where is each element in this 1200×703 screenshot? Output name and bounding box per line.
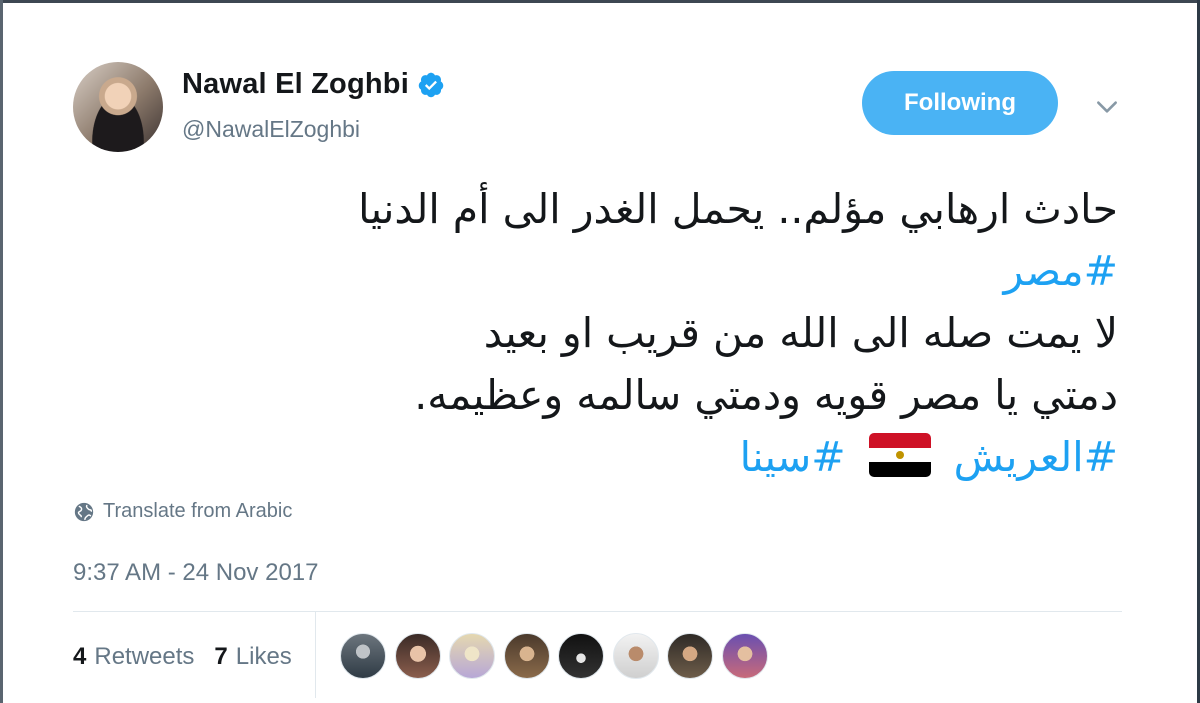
- tweet-text-line: دمتي يا مصر قويه ودمتي سالمه وعظيمه.: [414, 371, 1118, 419]
- hashtag-link[interactable]: #العريش: [954, 433, 1118, 481]
- liker-avatar[interactable]: [503, 633, 550, 679]
- liker-avatar[interactable]: [394, 633, 441, 679]
- likers-avatars: [340, 633, 776, 679]
- hashtag-link[interactable]: #مصر: [1004, 247, 1119, 295]
- liker-avatar[interactable]: [449, 633, 495, 679]
- author-handle[interactable]: @NawalElZoghbi: [182, 116, 360, 143]
- translate-label: Translate from Arabic: [103, 500, 293, 522]
- liker-avatar[interactable]: [612, 633, 659, 679]
- stats-vertical-divider: [315, 612, 316, 698]
- stats-divider: [73, 611, 1122, 612]
- likes-label: Likes: [235, 643, 292, 670]
- tweet-stats: 4 Retweets 7 Likes: [73, 643, 312, 671]
- following-button[interactable]: Following: [862, 71, 1058, 135]
- window-frame-top: [0, 0, 1200, 3]
- author-avatar[interactable]: [73, 62, 163, 152]
- globe-icon: [74, 502, 94, 521]
- liker-avatar[interactable]: [721, 633, 768, 679]
- retweets-count: 4: [73, 643, 87, 670]
- window-frame-left: [0, 0, 3, 703]
- tweet-text: حادث ارهابي مؤلم.. يحمل الغدر الى أم الد…: [150, 178, 1118, 488]
- hashtag-link[interactable]: #سينا: [740, 433, 846, 481]
- chevron-down-icon[interactable]: [1094, 94, 1120, 120]
- liker-avatar[interactable]: [340, 633, 386, 679]
- liker-avatar[interactable]: [558, 633, 604, 679]
- likes-count: 7: [214, 643, 228, 670]
- author-display-name[interactable]: Nawal El Zoghbi: [182, 68, 409, 101]
- author-name-row[interactable]: Nawal El Zoghbi: [182, 68, 445, 101]
- likes-stat[interactable]: 7 Likes: [214, 643, 291, 671]
- liker-avatar[interactable]: [667, 633, 713, 679]
- tweet-text-line: حادث ارهابي مؤلم.. يحمل الغدر الى أم الد…: [358, 185, 1118, 233]
- verified-badge-icon: [418, 72, 444, 97]
- translate-link[interactable]: Translate from Arabic: [73, 500, 292, 523]
- retweets-stat[interactable]: 4 Retweets: [73, 643, 194, 671]
- retweets-label: Retweets: [94, 643, 195, 670]
- egypt-flag-icon: [868, 433, 931, 477]
- tweet-timestamp[interactable]: 9:37 AM - 24 Nov 2017: [73, 559, 318, 587]
- tweet-text-line: لا يمت صله الى الله من قريب او بعيد: [483, 309, 1118, 357]
